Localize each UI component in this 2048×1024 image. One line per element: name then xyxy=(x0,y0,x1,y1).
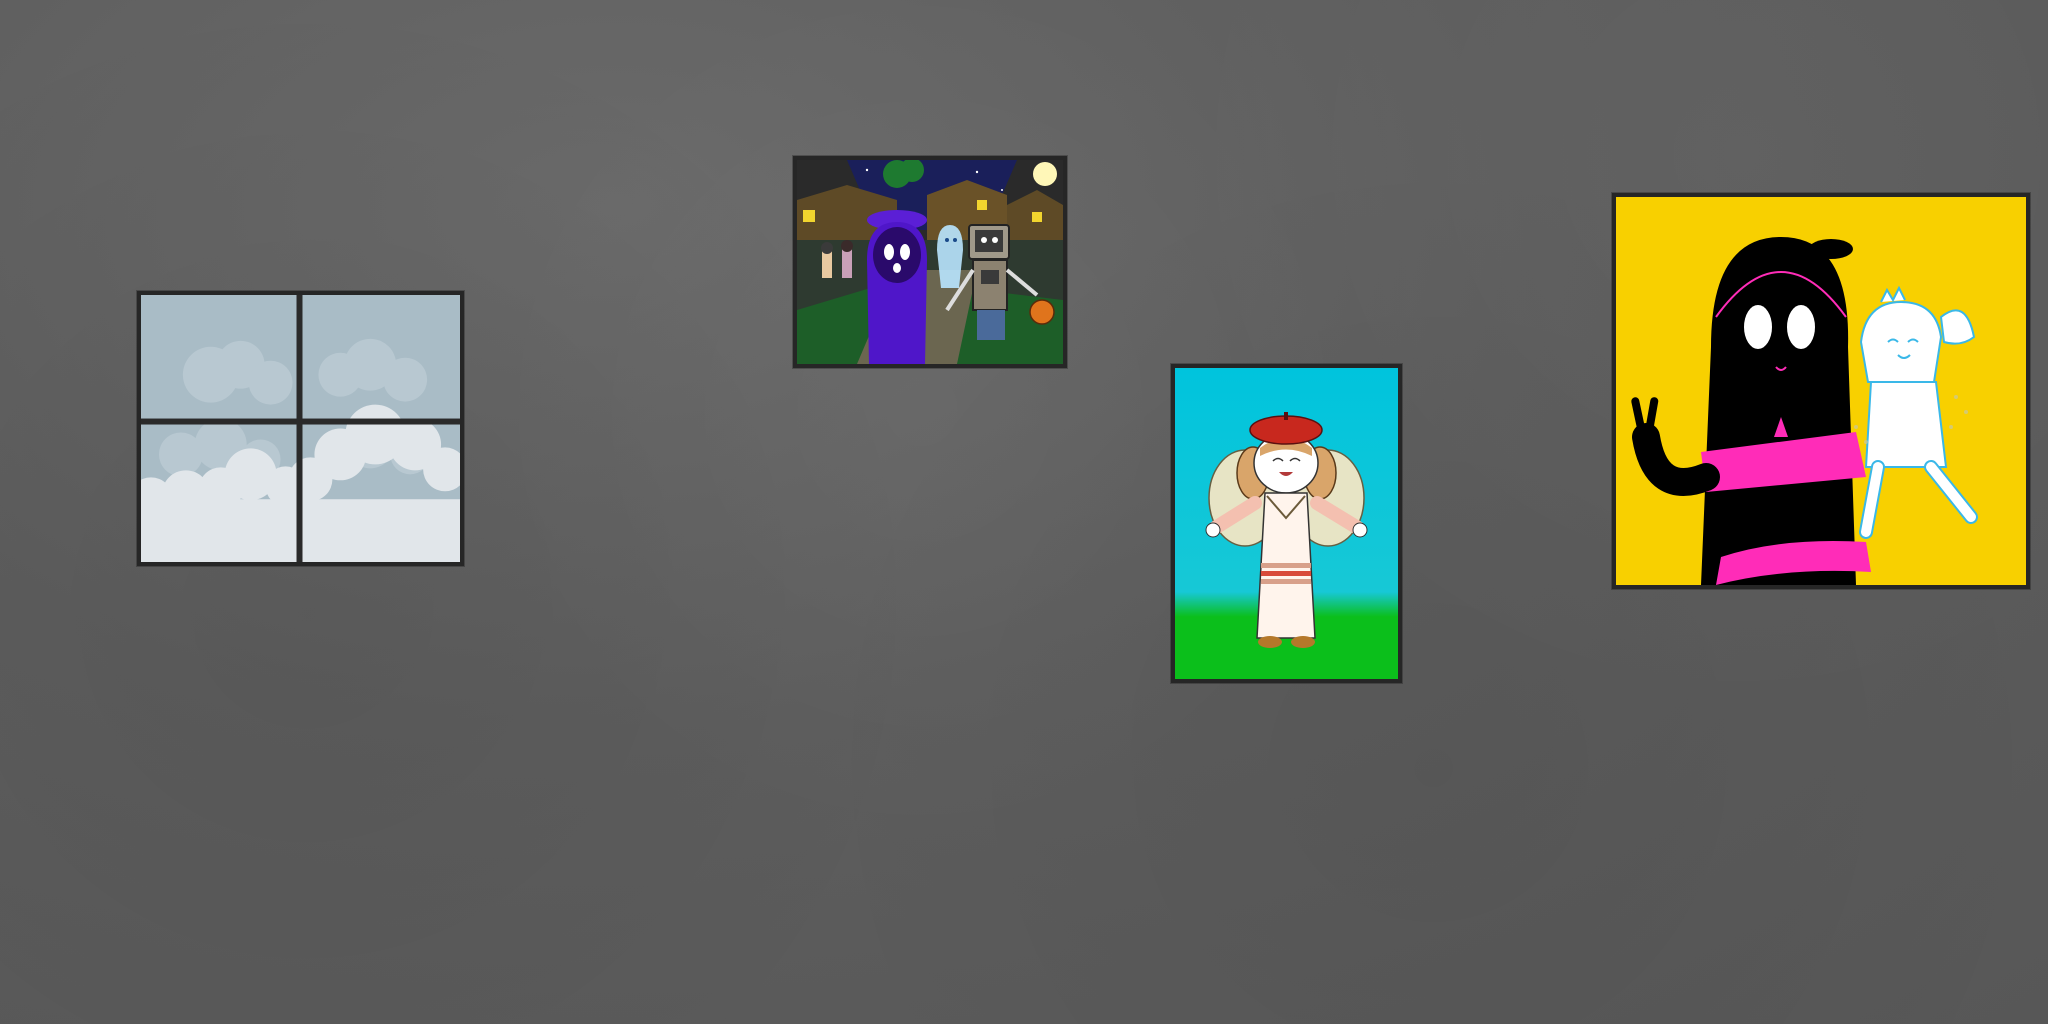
fairy-painting-icon xyxy=(1175,368,1398,679)
fairy-painting[interactable] xyxy=(1171,364,1402,683)
halloween-painting-icon xyxy=(797,160,1063,364)
window[interactable] xyxy=(137,291,464,566)
halloween-painting[interactable] xyxy=(793,156,1067,368)
window-icon xyxy=(141,295,460,562)
duo-painting[interactable] xyxy=(1612,193,2030,589)
duo-painting-icon xyxy=(1616,197,2026,585)
